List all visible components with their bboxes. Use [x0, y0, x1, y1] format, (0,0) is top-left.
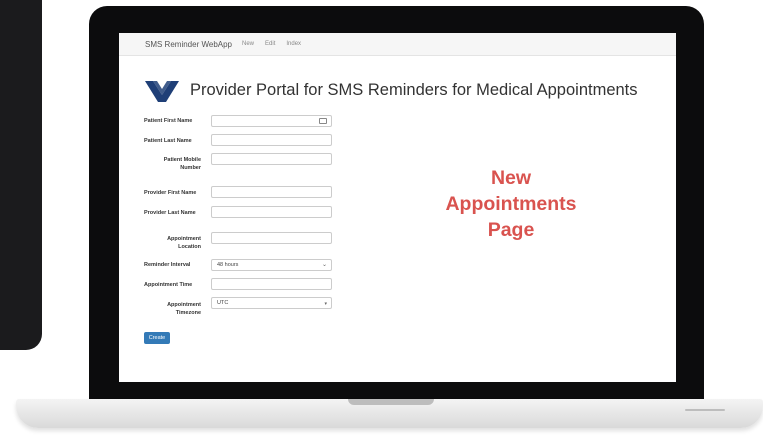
create-button[interactable]: Create [144, 332, 170, 344]
appointment-timezone-select[interactable]: UTC ▾ [211, 297, 332, 309]
appointment-time-input[interactable] [211, 278, 332, 290]
provider-last-name-input[interactable] [211, 206, 332, 218]
laptop-base [16, 399, 763, 428]
label-patient-mobile-number: Patient Mobile Number [163, 157, 201, 171]
patient-last-name-input[interactable] [211, 134, 332, 146]
reminder-interval-select[interactable]: 48 hours ⌄ [211, 259, 332, 271]
label-appointment-location: Appointment Location [167, 236, 201, 250]
caption-line-3: Page [487, 219, 535, 241]
patient-first-name-input[interactable] [211, 115, 332, 127]
caret-down-icon: ▾ [324, 301, 327, 307]
page-caption: New Appointments Page [401, 165, 621, 243]
caption-line-1: New [490, 167, 532, 189]
background-dark-panel [0, 0, 42, 350]
label-appointment-timezone: Appointment Timezone [167, 302, 201, 316]
contact-card-icon [319, 118, 327, 124]
appointment-location-input[interactable] [211, 232, 332, 244]
laptop-slot [685, 409, 725, 411]
appointment-form: Patient First Name Patient Last Name Pat… [144, 33, 344, 382]
laptop-screen: SMS Reminder WebApp New Edit Index Provi… [119, 33, 676, 382]
laptop-notch [348, 399, 434, 405]
caption-line-2: Appointments [445, 193, 577, 215]
patient-mobile-number-input[interactable] [211, 153, 332, 165]
provider-first-name-input[interactable] [211, 186, 332, 198]
chevron-down-icon: ⌄ [321, 262, 327, 268]
